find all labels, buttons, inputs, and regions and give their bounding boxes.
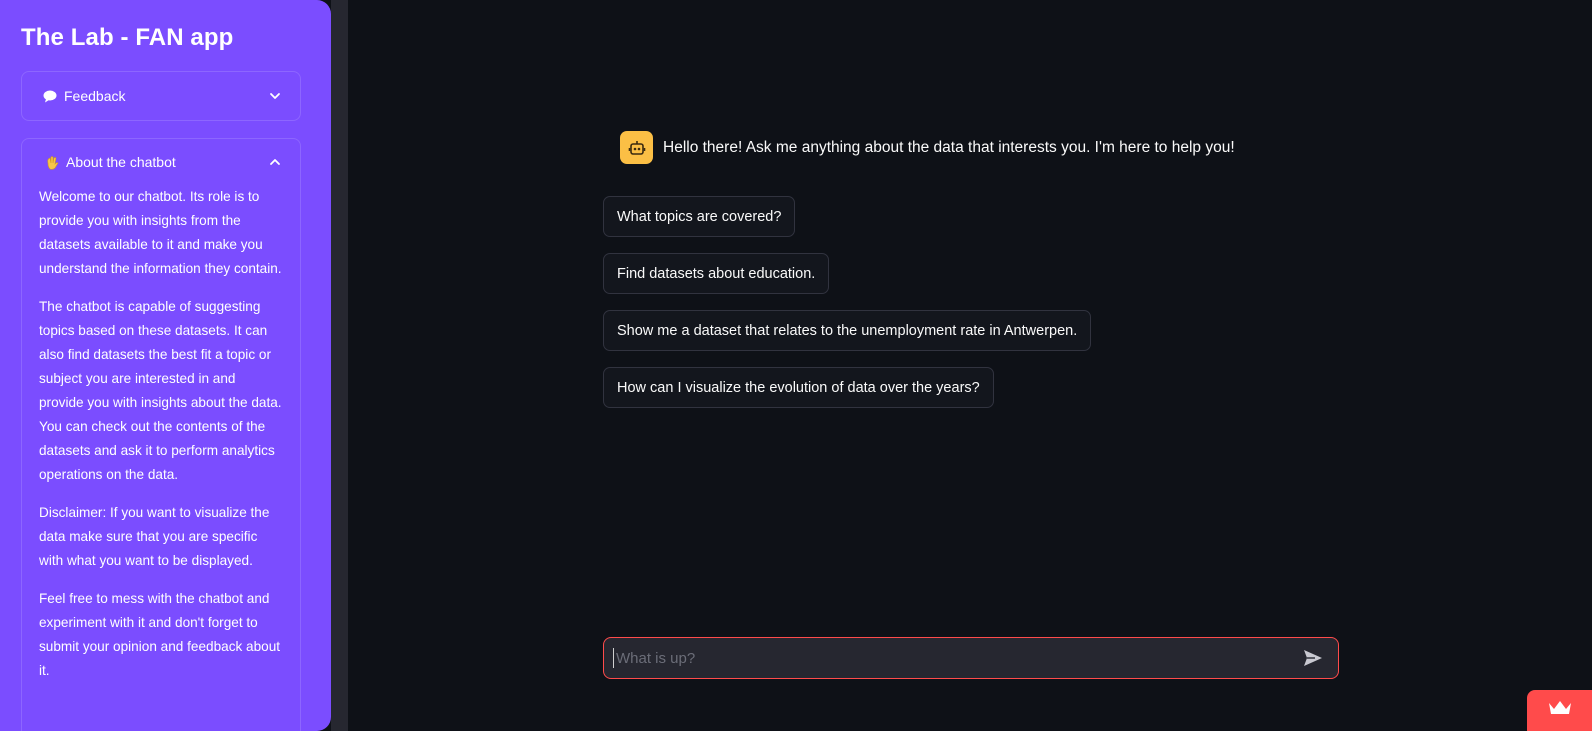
about-label: About the chatbot	[66, 154, 176, 170]
about-expander-header[interactable]: About the chatbot	[22, 139, 300, 185]
waving-hand-icon	[44, 154, 60, 170]
chat-main: Hello there! Ask me anything about the d…	[348, 0, 1592, 731]
robot-icon	[620, 131, 653, 164]
about-paragraph: Feel free to mess with the chatbot and e…	[39, 591, 281, 678]
chevron-up-icon[interactable]	[268, 155, 282, 169]
suggestion-button[interactable]: How can I visualize the evolution of dat…	[603, 367, 994, 408]
feedback-expander[interactable]: Feedback	[21, 71, 301, 121]
suggestion-button[interactable]: Show me a dataset that relates to the un…	[603, 310, 1092, 351]
feedback-label: Feedback	[64, 88, 126, 104]
crown-icon	[1547, 699, 1573, 722]
feedback-expander-header[interactable]: Feedback	[22, 72, 300, 120]
chat-input[interactable]	[613, 648, 1302, 668]
speech-bubble-icon	[42, 88, 58, 104]
streamlit-badge[interactable]	[1527, 690, 1592, 731]
chat-input-container	[603, 637, 1339, 679]
suggestion-button[interactable]: What topics are covered?	[603, 196, 796, 237]
suggestion-button[interactable]: Find datasets about education.	[603, 253, 830, 294]
chevron-down-icon[interactable]	[268, 89, 282, 103]
about-paragraph: The chatbot is capable of suggesting top…	[39, 299, 282, 482]
app-title: The Lab - FAN app	[21, 24, 234, 51]
bot-message: Hello there! Ask me anything about the d…	[620, 131, 1235, 164]
bot-greeting-text: Hello there! Ask me anything about the d…	[663, 138, 1235, 156]
about-paragraph: Welcome to our chatbot. Its role is to p…	[39, 189, 282, 276]
about-body: Welcome to our chatbot. Its role is to p…	[22, 185, 300, 683]
sidebar-resize-rail[interactable]	[331, 0, 348, 731]
about-paragraph: Disclaimer: If you want to visualize the…	[39, 505, 270, 568]
about-expander[interactable]: About the chatbot Welcome to our chatbot…	[21, 138, 301, 731]
send-icon[interactable]	[1302, 647, 1324, 669]
sidebar: The Lab - FAN app Feedback About the cha…	[0, 0, 331, 731]
